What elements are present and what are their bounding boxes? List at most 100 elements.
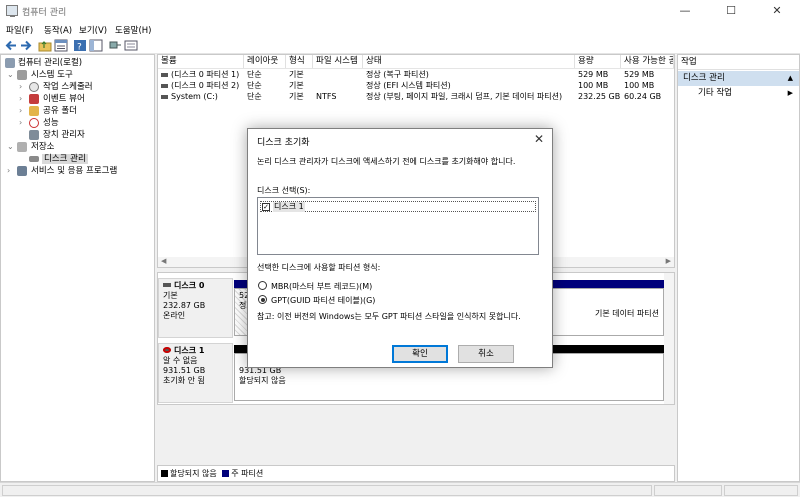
cell-filesystem: NTFS [316, 92, 337, 101]
cell-status: 정상 (EFI 시스템 파티션) [366, 81, 451, 90]
disk-0-name: 디스크 0 [174, 281, 205, 290]
column-header-free-space[interactable]: 사용 가능한 공 [621, 55, 674, 68]
properties-list-icon[interactable] [54, 39, 68, 52]
cell-layout: 단순 [247, 92, 262, 101]
cell-layout: 단순 [247, 70, 262, 79]
column-header-capacity[interactable]: 용량 [575, 55, 621, 68]
tree-item-disk-management[interactable]: 디스크 관리 [29, 153, 88, 165]
clock-icon [29, 82, 39, 92]
help-icon[interactable]: ? [73, 39, 87, 52]
cell-status: 정상 (복구 파티션) [366, 70, 429, 79]
status-pane [2, 485, 652, 496]
volume-icon [161, 84, 168, 88]
cancel-button[interactable]: 취소 [458, 345, 514, 363]
export-list-icon[interactable] [124, 39, 138, 52]
tree-item-event-viewer[interactable]: › 이벤트 뷰어 [19, 93, 85, 105]
gpt-radio[interactable] [258, 295, 267, 304]
minimize-button[interactable]: — [662, 0, 708, 22]
submenu-arrow-icon: ▶ [787, 89, 793, 97]
collapse-arrow-icon[interactable]: ⌄ [7, 141, 14, 153]
close-button[interactable]: ✕ [754, 0, 800, 22]
tree-item-services[interactable]: › 서비스 및 응용 프로그램 [7, 165, 117, 177]
actions-section-disk-management[interactable]: 디스크 관리 ▲ [678, 71, 799, 86]
vertical-scrollbar[interactable] [664, 273, 674, 404]
expand-arrow-icon[interactable]: › [7, 165, 10, 177]
svg-text:?: ? [77, 43, 82, 53]
disk-listbox[interactable]: ✓ 디스크 1 [257, 197, 539, 255]
maximize-button[interactable]: ☐ [708, 0, 754, 22]
tools-icon [17, 70, 27, 80]
tree-item-shared-folders[interactable]: › 공유 폴더 [19, 105, 77, 117]
initialize-disk-dialog: 디스크 초기화 ✕ 논리 디스크 관리자가 디스크에 액세스하기 전에 디스크를… [247, 128, 553, 368]
column-header-type[interactable]: 형식 [286, 55, 313, 68]
partition-status: 기본 데이터 파티션 [595, 309, 659, 318]
tree-item-task-scheduler[interactable]: › 작업 스케줄러 [19, 81, 93, 93]
expand-arrow-icon[interactable]: › [19, 117, 22, 129]
legend: 할당되지 않음 주 파티션 [157, 465, 675, 482]
expand-arrow-icon[interactable]: › [19, 93, 22, 105]
tree-item-computer-management[interactable]: 컴퓨터 관리(로컬) [5, 57, 82, 69]
connect-icon[interactable] [108, 39, 122, 52]
partition-status: 정 [239, 301, 247, 310]
scroll-left-icon[interactable]: ◀ [161, 257, 166, 265]
disk-checkbox[interactable]: ✓ [262, 203, 270, 211]
scroll-right-icon[interactable]: ▶ [666, 257, 671, 265]
menu-view[interactable]: 보기(V) [79, 24, 107, 36]
disk-1-name: 디스크 1 [174, 346, 205, 355]
forward-arrow-icon[interactable] [19, 39, 33, 52]
disk-0-name-row: 디스크 0 [163, 281, 228, 291]
disk-1-label[interactable]: 디스크 1 알 수 없음 931.51 GB 초기화 안 됨 [158, 343, 233, 403]
disk-0-partition-c[interactable]: 기본 데이터 파티션 [538, 288, 664, 336]
menu-help[interactable]: 도움말(H) [115, 24, 151, 36]
storage-icon [17, 142, 27, 152]
ok-button[interactable]: 확인 [392, 345, 448, 363]
actions-header: 작업 [678, 55, 799, 70]
tree-item-storage[interactable]: ⌄ 저장소 [7, 141, 54, 153]
performance-icon [29, 118, 39, 128]
cell-type: 기본 [289, 92, 304, 101]
cell-capacity: 529 MB [578, 70, 609, 79]
unallocated-swatch [161, 470, 168, 477]
more-actions-item[interactable]: 기타 작업 ▶ [678, 87, 799, 100]
actions-section-label: 디스크 관리 [683, 73, 725, 83]
collapse-up-icon[interactable]: ▲ [788, 71, 793, 86]
disk-1-status: 초기화 안 됨 [163, 376, 205, 385]
cell-free-space: 529 MB [624, 70, 655, 79]
disk-list-item[interactable]: ✓ 디스크 1 [260, 201, 536, 212]
dialog-title: 디스크 초기화 [257, 138, 310, 148]
navigation-tree: 컴퓨터 관리(로컬) ⌄ 시스템 도구 › 작업 스케줄러 › 이벤트 뷰어 ›… [0, 54, 155, 482]
show-hide-tree-icon[interactable] [89, 39, 103, 52]
computer-management-icon [6, 5, 18, 17]
status-pane [654, 485, 722, 496]
column-header-status[interactable]: 상태 [363, 55, 575, 68]
tree-item-device-manager[interactable]: 장치 관리자 [19, 129, 85, 141]
column-header-layout[interactable]: 레이아웃 [244, 55, 286, 68]
mbr-radio[interactable] [258, 281, 267, 290]
dialog-close-button[interactable]: ✕ [530, 131, 548, 147]
column-header-filesystem[interactable]: 파일 시스템 [313, 55, 363, 68]
services-icon [17, 166, 27, 176]
disk-1-size: 931.51 GB [163, 366, 206, 375]
menu-file[interactable]: 파일(F) [6, 24, 33, 36]
primary-swatch [222, 470, 230, 477]
window-title: 컴퓨터 관리 [22, 8, 67, 18]
expand-arrow-icon[interactable]: › [19, 81, 22, 93]
expand-arrow-icon[interactable]: › [19, 105, 22, 117]
volume-icon [161, 95, 168, 99]
disk-0-label[interactable]: 디스크 0 기본 232.87 GB 온라인 [158, 278, 233, 338]
collapse-arrow-icon[interactable]: ⌄ [7, 69, 14, 81]
gpt-option-label[interactable]: GPT(GUID 파티션 테이블)(G) [271, 295, 375, 306]
mbr-option-label[interactable]: MBR(마스터 부트 레코드)(M) [271, 281, 372, 292]
disk-1-type: 알 수 없음 [163, 356, 198, 365]
column-header-volume[interactable]: 볼륨 [158, 55, 244, 68]
back-arrow-icon[interactable] [4, 39, 18, 52]
menu-action[interactable]: 동작(A) [44, 24, 72, 36]
cell-type: 기본 [289, 81, 304, 90]
tree-item-performance[interactable]: › 성능 [19, 117, 59, 129]
cell-capacity: 232.25 GB [578, 92, 621, 101]
compatibility-note: 참고: 이전 버전의 Windows는 모두 GPT 파티션 스타일을 인식하지… [257, 312, 521, 321]
toolbar: ? [0, 38, 800, 54]
cell-volume: System (C:) [171, 92, 218, 101]
tree-item-system-tools[interactable]: ⌄ 시스템 도구 [7, 69, 73, 81]
folder-up-icon[interactable] [38, 39, 52, 52]
